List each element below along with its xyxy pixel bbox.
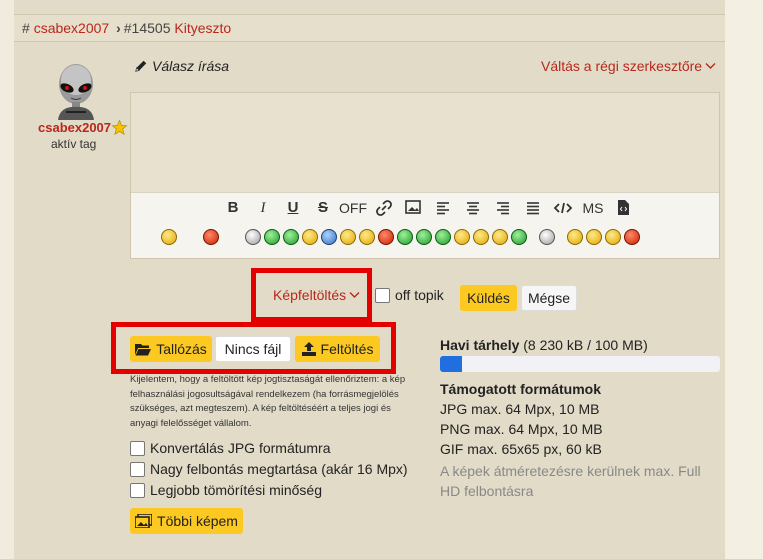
off-button[interactable]: OFF: [338, 200, 368, 216]
option-keep-resolution-checkbox[interactable]: [130, 461, 145, 477]
smiley-confused-icon[interactable]: [340, 229, 356, 245]
storage-quota-label: Havi tárhely: [440, 337, 520, 353]
option-keep-resolution-label: Nagy felbontás megtartása (akár 16 Mpx): [150, 461, 408, 477]
underline-button[interactable]: U: [278, 200, 308, 216]
format-gif: GIF max. 65x65 px, 60 kB: [440, 441, 602, 457]
smiley-wink-icon[interactable]: [567, 229, 583, 245]
smiley-devil-icon[interactable]: [378, 229, 394, 245]
smiley-icon[interactable]: [454, 229, 470, 245]
option-convert-jpg[interactable]: Konvertálás JPG formátumra: [130, 440, 331, 456]
chevron-right-icon: ›: [116, 20, 121, 36]
smiley-icon[interactable]: [492, 229, 508, 245]
option-convert-jpg-label: Konvertálás JPG formátumra: [150, 440, 331, 456]
smiley-blush-icon[interactable]: [586, 229, 602, 245]
format-jpg: JPG max. 64 Mpx, 10 MB: [440, 401, 600, 417]
images-icon: [135, 514, 153, 528]
storage-progress-bar: [440, 356, 720, 372]
smiley-icon[interactable]: [161, 229, 177, 245]
off-topic-label: off topik: [395, 287, 444, 303]
reply-editor: B I U S OFF MS: [130, 92, 720, 259]
smiley-green-icon[interactable]: [435, 229, 451, 245]
format-buttons: B I U S OFF MS: [218, 200, 638, 216]
align-justify-icon[interactable]: [518, 200, 548, 216]
option-best-compression-label: Legjobb tömörítési minőség: [150, 482, 322, 498]
storage-quota: Havi tárhely (8 230 kB / 100 MB): [440, 337, 648, 353]
option-best-compression-checkbox[interactable]: [130, 482, 145, 498]
resize-note: A képek átméretezésre kerülnek max. Full…: [440, 463, 701, 499]
upload-icon: [301, 342, 316, 356]
smiley-tongue-icon[interactable]: [359, 229, 375, 245]
more-images-label: Többi képem: [157, 513, 238, 529]
option-best-compression[interactable]: Legjobb tömörítési minőség: [130, 482, 322, 498]
smiley-icon[interactable]: [473, 229, 489, 245]
option-convert-jpg-checkbox[interactable]: [130, 440, 145, 456]
smiley-sleep-icon[interactable]: [605, 229, 621, 245]
more-images-button[interactable]: Többi képem: [130, 508, 243, 534]
switch-editor-text: Váltás a régi szerkesztőre: [541, 58, 703, 74]
copyright-disclaimer: Kijelentem, hogy a feltöltött kép jogtis…: [130, 374, 406, 429]
bold-button[interactable]: B: [218, 200, 248, 216]
image-icon[interactable]: [398, 200, 428, 216]
browse-label: Tallózás: [156, 341, 207, 357]
breadcrumb-hash: #: [22, 20, 30, 36]
ms-button[interactable]: MS: [578, 200, 608, 216]
folder-open-icon: [135, 343, 152, 356]
image-upload-toggle-text: Képfeltöltés: [273, 287, 347, 303]
smiley-frog-icon[interactable]: [416, 229, 432, 245]
off-topic-toggle[interactable]: off topik: [375, 287, 444, 303]
file-code-icon[interactable]: [608, 200, 638, 216]
author-name[interactable]: csabex2007: [38, 120, 111, 135]
off-topic-checkbox[interactable]: [375, 287, 390, 303]
chevron-down-icon: [349, 291, 360, 299]
forum-panel: # csabex2007 › #14505 Kityeszto csabex200…: [14, 0, 725, 559]
smiley-alien-icon[interactable]: [511, 229, 527, 245]
code-icon[interactable]: [548, 200, 578, 216]
format-png: PNG max. 64 Mpx, 10 MB: [440, 421, 603, 437]
smiley-teeth-icon[interactable]: [283, 229, 299, 245]
link-icon[interactable]: [368, 200, 398, 216]
smiley-kiss-icon[interactable]: [624, 229, 640, 245]
switch-editor-link[interactable]: Váltás a régi szerkesztőre: [541, 58, 716, 74]
chevron-down-icon: [705, 62, 716, 70]
smiley-bar: [161, 229, 640, 245]
italic-button[interactable]: I: [248, 200, 278, 216]
reply-title-text: Válasz írása: [152, 58, 230, 74]
smiley-grin-icon[interactable]: [245, 229, 261, 245]
smiley-sad-icon[interactable]: [321, 229, 337, 245]
reply-title: Válasz írása: [134, 58, 229, 74]
storage-progress-fill: [440, 356, 463, 372]
option-keep-resolution[interactable]: Nagy felbontás megtartása (akár 16 Mpx): [130, 461, 408, 477]
star-icon: [111, 119, 128, 136]
author-role: aktív tag: [51, 137, 97, 151]
smiley-angry-icon[interactable]: [203, 229, 219, 245]
reply-textarea[interactable]: [131, 93, 719, 192]
alien-avatar[interactable]: [52, 62, 100, 120]
browse-button[interactable]: Tallózás: [130, 336, 212, 362]
selected-file-name: Nincs fájl: [215, 336, 291, 362]
smiley-mushroom-icon[interactable]: [264, 229, 280, 245]
editor-toolbar: B I U S OFF MS: [131, 192, 719, 258]
breadcrumb-user-link[interactable]: csabex2007: [34, 20, 110, 36]
strike-button[interactable]: S: [308, 200, 338, 216]
breadcrumb-thread-id: #14505: [123, 20, 171, 36]
breadcrumb-thread-link[interactable]: Kityeszto: [174, 20, 231, 36]
cancel-button[interactable]: Mégse: [521, 285, 577, 311]
breadcrumb: # csabex2007 › #14505 Kityeszto: [14, 14, 725, 42]
upload-button[interactable]: Feltöltés: [295, 336, 380, 362]
align-right-icon[interactable]: [488, 200, 518, 216]
formats-title: Támogatott formátumok: [440, 381, 601, 397]
align-center-icon[interactable]: [458, 200, 488, 216]
pencil-icon: [134, 59, 148, 73]
image-upload-toggle[interactable]: Képfeltöltés: [273, 287, 360, 303]
smiley-sick-icon[interactable]: [397, 229, 413, 245]
smiley-robot-icon[interactable]: [539, 229, 555, 245]
storage-quota-value: (8 230 kB / 100 MB): [523, 337, 648, 353]
page-right-margin: [725, 0, 763, 559]
send-button[interactable]: Küldés: [460, 285, 517, 311]
upload-label: Feltöltés: [320, 341, 374, 357]
align-left-icon[interactable]: [428, 200, 458, 216]
smiley-icon[interactable]: [302, 229, 318, 245]
